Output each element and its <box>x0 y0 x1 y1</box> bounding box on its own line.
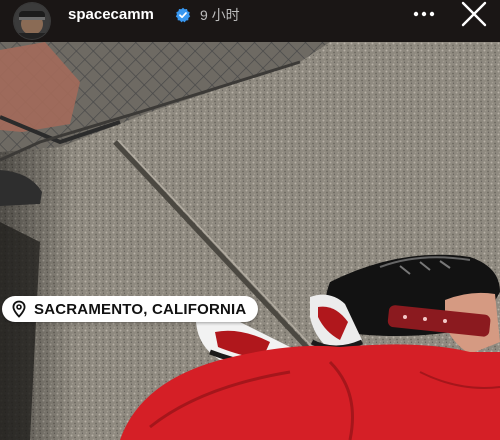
location-sticker[interactable]: SACRAMENTO, CALIFORNIA <box>2 296 259 322</box>
post-timestamp: 9 小时 <box>200 7 240 23</box>
story-header: spacecamm 9 小时 <box>0 0 500 42</box>
avatar-image <box>14 3 50 39</box>
location-pin-icon <box>12 300 26 318</box>
story-image <box>0 42 500 440</box>
more-options-icon[interactable] <box>408 3 440 25</box>
username[interactable]: spacecamm <box>68 6 154 24</box>
location-label: SACRAMENTO, CALIFORNIA <box>34 300 247 318</box>
verified-badge-icon <box>175 7 191 23</box>
close-icon[interactable] <box>460 1 488 27</box>
avatar[interactable] <box>14 3 50 39</box>
story-photo: SACRAMENTO, CALIFORNIA <box>0 42 500 440</box>
